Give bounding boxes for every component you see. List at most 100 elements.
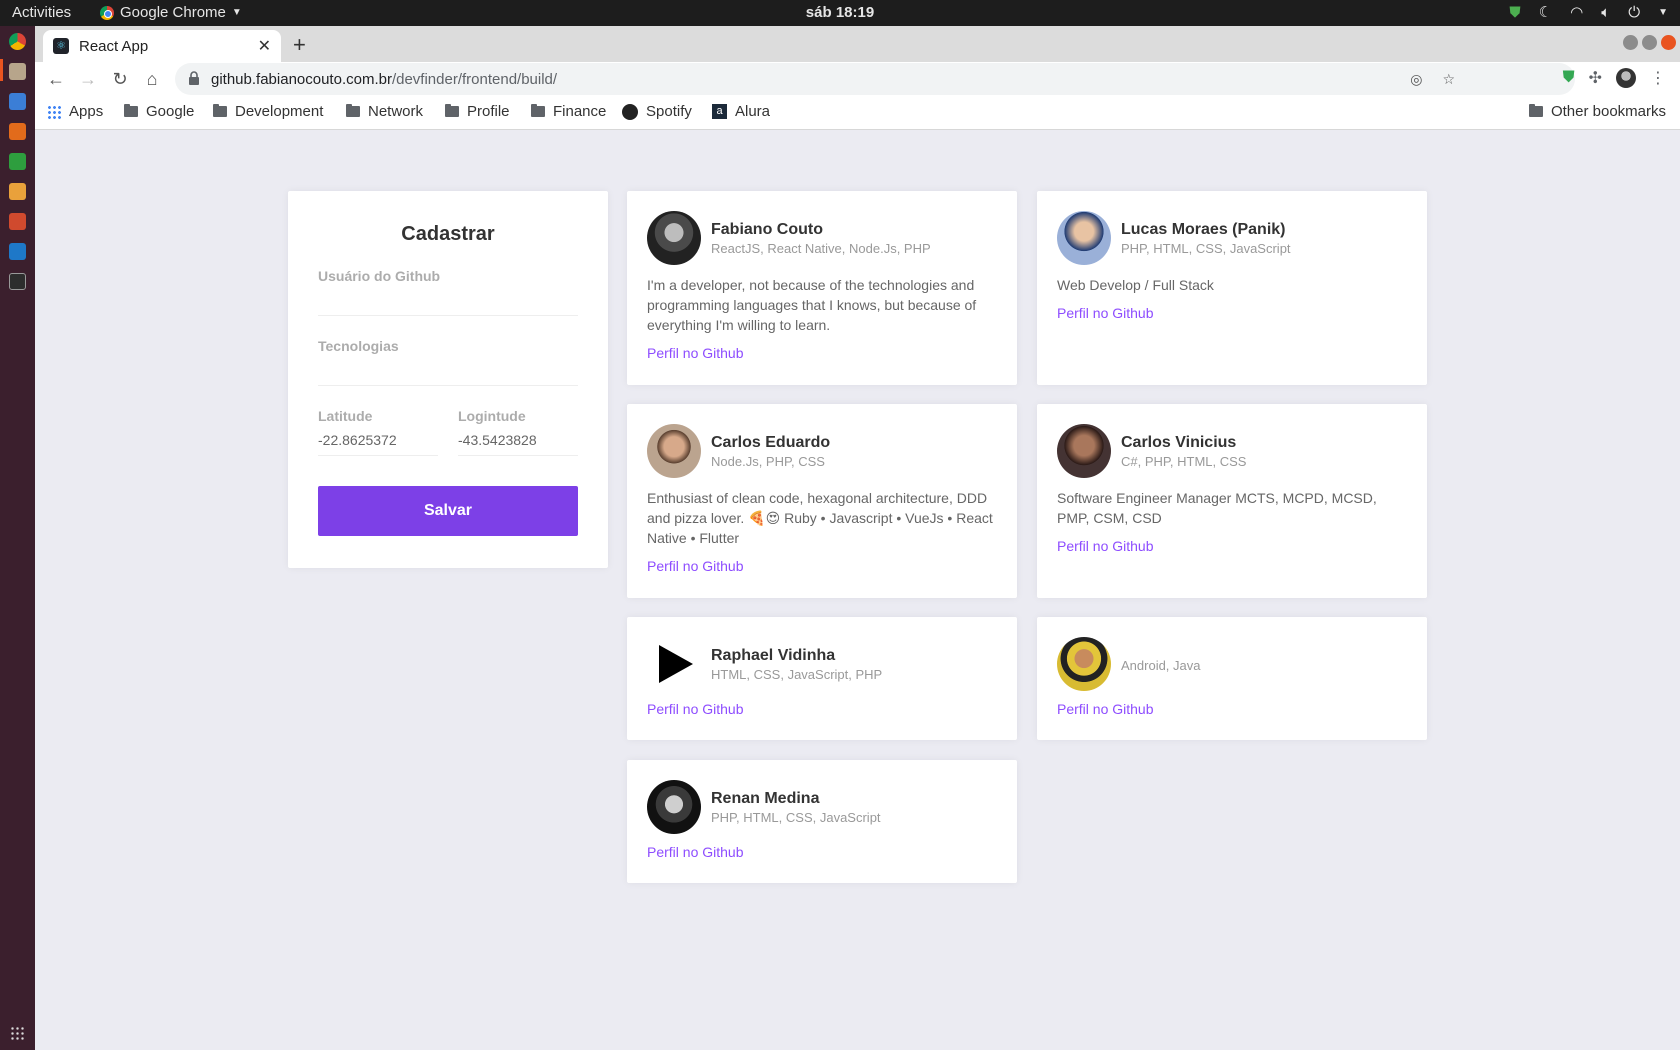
tab-title: React App <box>79 37 149 55</box>
chevron-down-icon[interactable]: ▼ <box>1658 7 1668 18</box>
github-profile-link[interactable]: Perfil no Github <box>647 345 997 361</box>
app-menu[interactable]: Google Chrome ▼ <box>100 4 242 21</box>
dev-name: Lucas Moraes (Panik) <box>1121 220 1286 238</box>
avatar <box>647 637 701 691</box>
github-profile-link[interactable]: Perfil no Github <box>647 701 997 717</box>
bookmark-label: Finance <box>553 103 607 120</box>
system-top-bar: Activities Google Chrome ▼ sáb 18:19 ⛊ ☾… <box>0 0 1680 26</box>
dev-name: Carlos Vinicius <box>1121 433 1237 451</box>
save-button[interactable]: Salvar <box>318 486 578 536</box>
activities-button[interactable]: Activities <box>12 4 71 21</box>
chrome-dock-icon[interactable] <box>9 33 26 50</box>
longitude-input[interactable] <box>458 424 578 456</box>
window-controls <box>1623 35 1676 50</box>
shield-icon[interactable]: ⛊ <box>1509 4 1520 21</box>
bookmark-label: Spotify <box>646 103 692 120</box>
url-host: github.fabianocouto.com.br <box>211 70 392 88</box>
dev-header: Fabiano Couto ReactJS, React Native, Nod… <box>647 211 997 265</box>
dev-techs: C#, PHP, HTML, CSS <box>1121 453 1247 469</box>
reload-icon[interactable]: ↻ <box>107 66 133 92</box>
bookmark-finance[interactable]: Finance <box>531 103 606 120</box>
home-icon[interactable]: ⌂ <box>139 66 165 92</box>
folder-icon <box>346 104 360 117</box>
forward-icon[interactable]: → <box>75 66 101 92</box>
software-dock-icon[interactable] <box>9 213 26 230</box>
star-icon[interactable]: ☆ <box>1442 71 1455 88</box>
close-icon[interactable]: ✕ <box>258 36 271 56</box>
back-icon[interactable]: ← <box>43 66 69 92</box>
github-profile-link[interactable]: Perfil no Github <box>647 558 997 574</box>
impress-dock-icon[interactable] <box>9 123 26 140</box>
form-title: Cadastrar <box>401 223 495 245</box>
bookmark-alura[interactable]: a Alura <box>712 103 770 120</box>
dev-card: Fabiano Couto ReactJS, React Native, Nod… <box>627 191 1017 385</box>
close-window-button[interactable] <box>1661 35 1676 50</box>
puzzle-icon[interactable]: ✣ <box>1589 68 1602 88</box>
show-applications-icon[interactable] <box>10 1026 24 1040</box>
user-info: Fabiano Couto ReactJS, React Native, Nod… <box>711 221 931 256</box>
bookmark-spotify[interactable]: Spotify <box>622 103 692 120</box>
github-profile-link[interactable]: Perfil no Github <box>1057 701 1407 717</box>
volume-icon[interactable]: 🔈︎ <box>1601 4 1610 21</box>
dev-techs: HTML, CSS, JavaScript, PHP <box>711 666 883 682</box>
app-menu-label: Google Chrome <box>120 4 226 21</box>
github-profile-link[interactable]: Perfil no Github <box>1057 305 1407 321</box>
browser-toolbar: ← → ↻ ⌂ github.fabianocouto.com.br/devfi… <box>35 62 1680 96</box>
bookmark-development[interactable]: Development <box>213 103 323 120</box>
dev-name: Fabiano Couto <box>711 220 823 238</box>
tab-strip: ⚛ React App ✕ + <box>35 26 1680 62</box>
dev-bio: Web Develop / Full Stack <box>1057 277 1214 293</box>
terminal-dock-icon[interactable] <box>9 273 26 290</box>
lock-icon <box>189 71 199 85</box>
dev-header: Lucas Moraes (Panik) PHP, HTML, CSS, Jav… <box>1057 211 1407 265</box>
address-bar[interactable]: github.fabianocouto.com.br/devfinder/fro… <box>175 63 1575 95</box>
github-profile-link[interactable]: Perfil no Github <box>1057 538 1407 554</box>
bookmark-network[interactable]: Network <box>346 103 423 120</box>
dev-header: Renan Medina PHP, HTML, CSS, JavaScript <box>647 780 997 834</box>
other-bookmarks[interactable]: Other bookmarks <box>1528 103 1666 120</box>
maximize-button[interactable] <box>1642 35 1657 50</box>
dev-name: Carlos Eduardo <box>711 433 831 451</box>
vscode-dock-icon[interactable] <box>9 243 26 260</box>
night-light-icon[interactable]: ☾ <box>1539 3 1552 21</box>
tab-react-app[interactable]: ⚛ React App ✕ <box>43 30 281 62</box>
techs-input[interactable] <box>318 354 578 386</box>
dev-techs: Android, Java <box>1121 657 1201 673</box>
text-editor-dock-icon[interactable] <box>9 183 26 200</box>
folder-icon <box>213 104 227 117</box>
spotify-icon <box>622 103 638 120</box>
dev-card: Carlos Vinicius C#, PHP, HTML, CSS Softw… <box>1037 404 1427 598</box>
location-icon[interactable]: ◎ <box>1410 71 1422 88</box>
calc-dock-icon[interactable] <box>9 153 26 170</box>
dev-header: Raphael Vidinha HTML, CSS, JavaScript, P… <box>647 637 997 691</box>
new-tab-button[interactable]: + <box>293 32 306 58</box>
github-username-input[interactable] <box>318 284 578 316</box>
dev-header: Android, Java <box>1057 637 1407 691</box>
latitude-input[interactable] <box>318 424 438 456</box>
system-tray[interactable]: ⛊ ☾ ◠ 🔈︎ ⏻ ▼ <box>1509 3 1668 22</box>
chrome-icon <box>100 5 114 20</box>
dev-card: Raphael Vidinha HTML, CSS, JavaScript, P… <box>627 617 1017 740</box>
user-info: Android, Java <box>1121 656 1201 673</box>
wifi-icon[interactable]: ◠ <box>1570 3 1583 21</box>
writer-dock-icon[interactable] <box>9 93 26 110</box>
avatar <box>1057 424 1111 478</box>
dev-card: Renan Medina PHP, HTML, CSS, JavaScript … <box>627 760 1017 883</box>
kebab-menu-icon[interactable]: ⋮ <box>1650 68 1666 88</box>
techs-label: Tecnologias <box>318 338 399 354</box>
user-info: Raphael Vidinha HTML, CSS, JavaScript, P… <box>711 647 882 682</box>
minimize-button[interactable] <box>1623 35 1638 50</box>
power-icon[interactable]: ⏻ <box>1628 4 1640 21</box>
apps-grid-icon <box>47 104 61 119</box>
bookmark-profile[interactable]: Profile <box>445 103 510 120</box>
adblock-shield-icon[interactable]: ⛊ <box>1563 69 1575 87</box>
bookmarks-bar: Apps Google Development Network Profile … <box>35 96 1680 130</box>
dev-bio: Enthusiast of clean code, hexagonal arch… <box>647 490 993 546</box>
bookmark-google[interactable]: Google <box>124 103 194 120</box>
bookmark-apps[interactable]: Apps <box>47 103 103 120</box>
avatar[interactable] <box>1616 68 1636 88</box>
bookmark-label: Network <box>368 103 424 120</box>
github-profile-link[interactable]: Perfil no Github <box>647 844 997 860</box>
files-dock-icon[interactable] <box>9 63 26 80</box>
clock[interactable]: sáb 18:19 <box>806 4 874 21</box>
